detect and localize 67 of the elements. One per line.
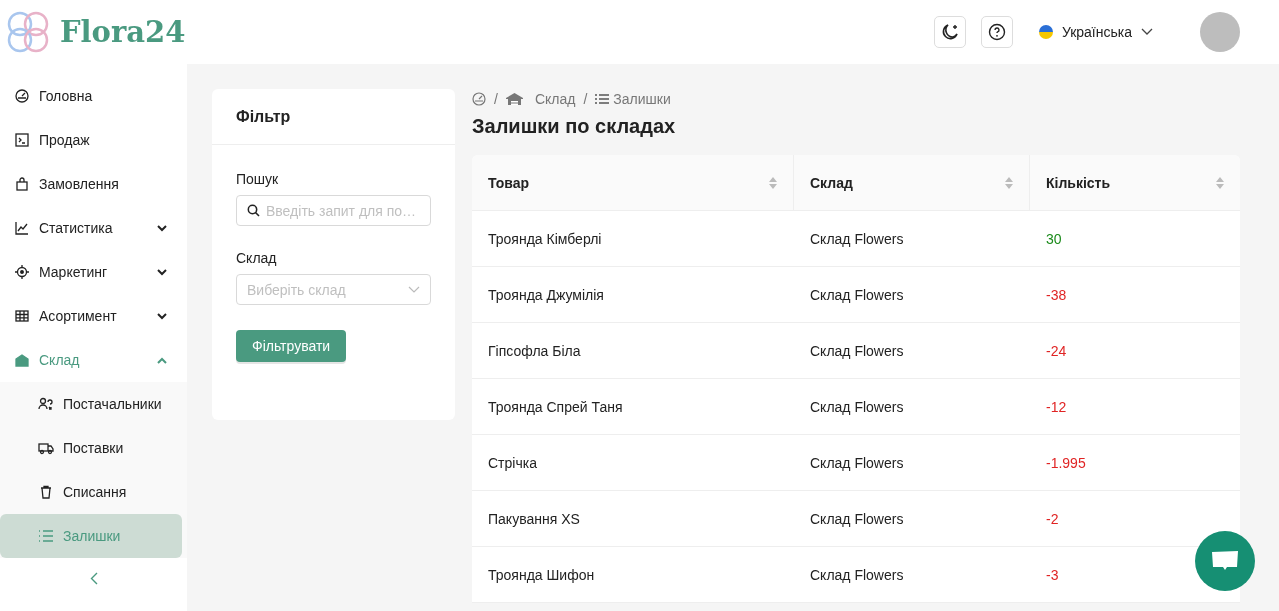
field-label: Пошук [236, 171, 279, 187]
table-cell: Стрічка [488, 454, 537, 471]
terminal-icon [15, 133, 29, 147]
caret-icon [408, 285, 420, 294]
column-header[interactable]: Склад [794, 155, 1030, 210]
list-icon [38, 529, 54, 543]
breadcrumb-link[interactable]: Склад [534, 91, 576, 107]
table-cell: Троянда Спрей Таня [488, 398, 623, 415]
table-cell: Троянда Кімберлі [488, 230, 602, 247]
people-icon [38, 397, 54, 411]
table-cell: Склад Flowers [810, 510, 904, 527]
sidebar-item[interactable]: Статистика [0, 206, 187, 250]
gauge-icon [15, 89, 29, 103]
breadcrumb-separator: / [583, 91, 588, 107]
quantity-cell: -1.995 [1046, 454, 1086, 471]
language-select[interactable]: Українська [1038, 24, 1153, 40]
moon-icon [940, 23, 959, 41]
quantity-cell: -38 [1046, 286, 1067, 303]
breadcrumb-separator: / [494, 91, 498, 107]
quantity-cell: -12 [1046, 398, 1067, 415]
store-icon [15, 353, 29, 367]
help-icon [987, 23, 1006, 41]
collapse-icon[interactable] [89, 571, 98, 585]
quantity-cell: -3 [1046, 566, 1059, 583]
sidebar-subitem[interactable]: Поставки [0, 426, 182, 470]
column-header[interactable]: Товар [472, 155, 794, 210]
table-cell: Склад Flowers [810, 566, 904, 583]
table-cell: Троянда Джумілія [488, 286, 604, 303]
chart-icon [15, 221, 29, 235]
search-icon [247, 204, 260, 217]
table-cell: Склад Flowers [810, 230, 904, 247]
table-icon [15, 309, 29, 323]
breadcrumb-current: Залишки [613, 91, 671, 107]
quantity-cell: -2 [1046, 510, 1059, 527]
truck-icon [38, 441, 54, 455]
brand-name: Flora24 [60, 15, 186, 49]
help-button[interactable] [980, 16, 1013, 48]
dark-mode-button[interactable] [933, 16, 966, 48]
quantity-cell: 30 [1046, 230, 1062, 247]
card-title: Фільтр [236, 107, 291, 126]
column-header[interactable]: Кількість [1030, 155, 1240, 210]
table-cell: Пакування XS [488, 510, 580, 527]
table-cell: Склад Flowers [810, 286, 904, 303]
sidebar-subitem[interactable]: Списання [0, 470, 182, 514]
search-field[interactable]: Введіть запит для по… [236, 195, 431, 226]
list-icon [595, 93, 610, 105]
table-cell: Гіпсофла Біла [488, 342, 581, 359]
page-title: Залишки по складах [472, 115, 677, 138]
sidebar-item[interactable]: Продаж [0, 118, 187, 162]
bag-icon [15, 177, 29, 191]
quantity-cell: -24 [1046, 342, 1067, 359]
sidebar-item[interactable]: Головна [0, 74, 187, 118]
sidebar-subitem[interactable]: Постачальники [0, 382, 182, 426]
table-cell: Склад Flowers [810, 342, 904, 359]
table-cell: Склад Flowers [810, 398, 904, 415]
dashboard-icon[interactable] [472, 92, 486, 106]
caret-icon [1141, 28, 1153, 36]
flag-icon [1038, 25, 1053, 39]
table-cell: Склад Flowers [810, 454, 904, 471]
sidebar-item[interactable]: Замовлення [0, 162, 187, 206]
table-cell: Троянда Шифон [488, 566, 595, 583]
field-label: Склад [236, 250, 277, 266]
sidebar-item[interactable]: Асортимент [0, 294, 187, 338]
trash-icon [38, 485, 54, 499]
sidebar-item[interactable]: Маркетинг [0, 250, 187, 294]
target-icon [15, 265, 29, 279]
store-icon[interactable] [505, 92, 523, 106]
